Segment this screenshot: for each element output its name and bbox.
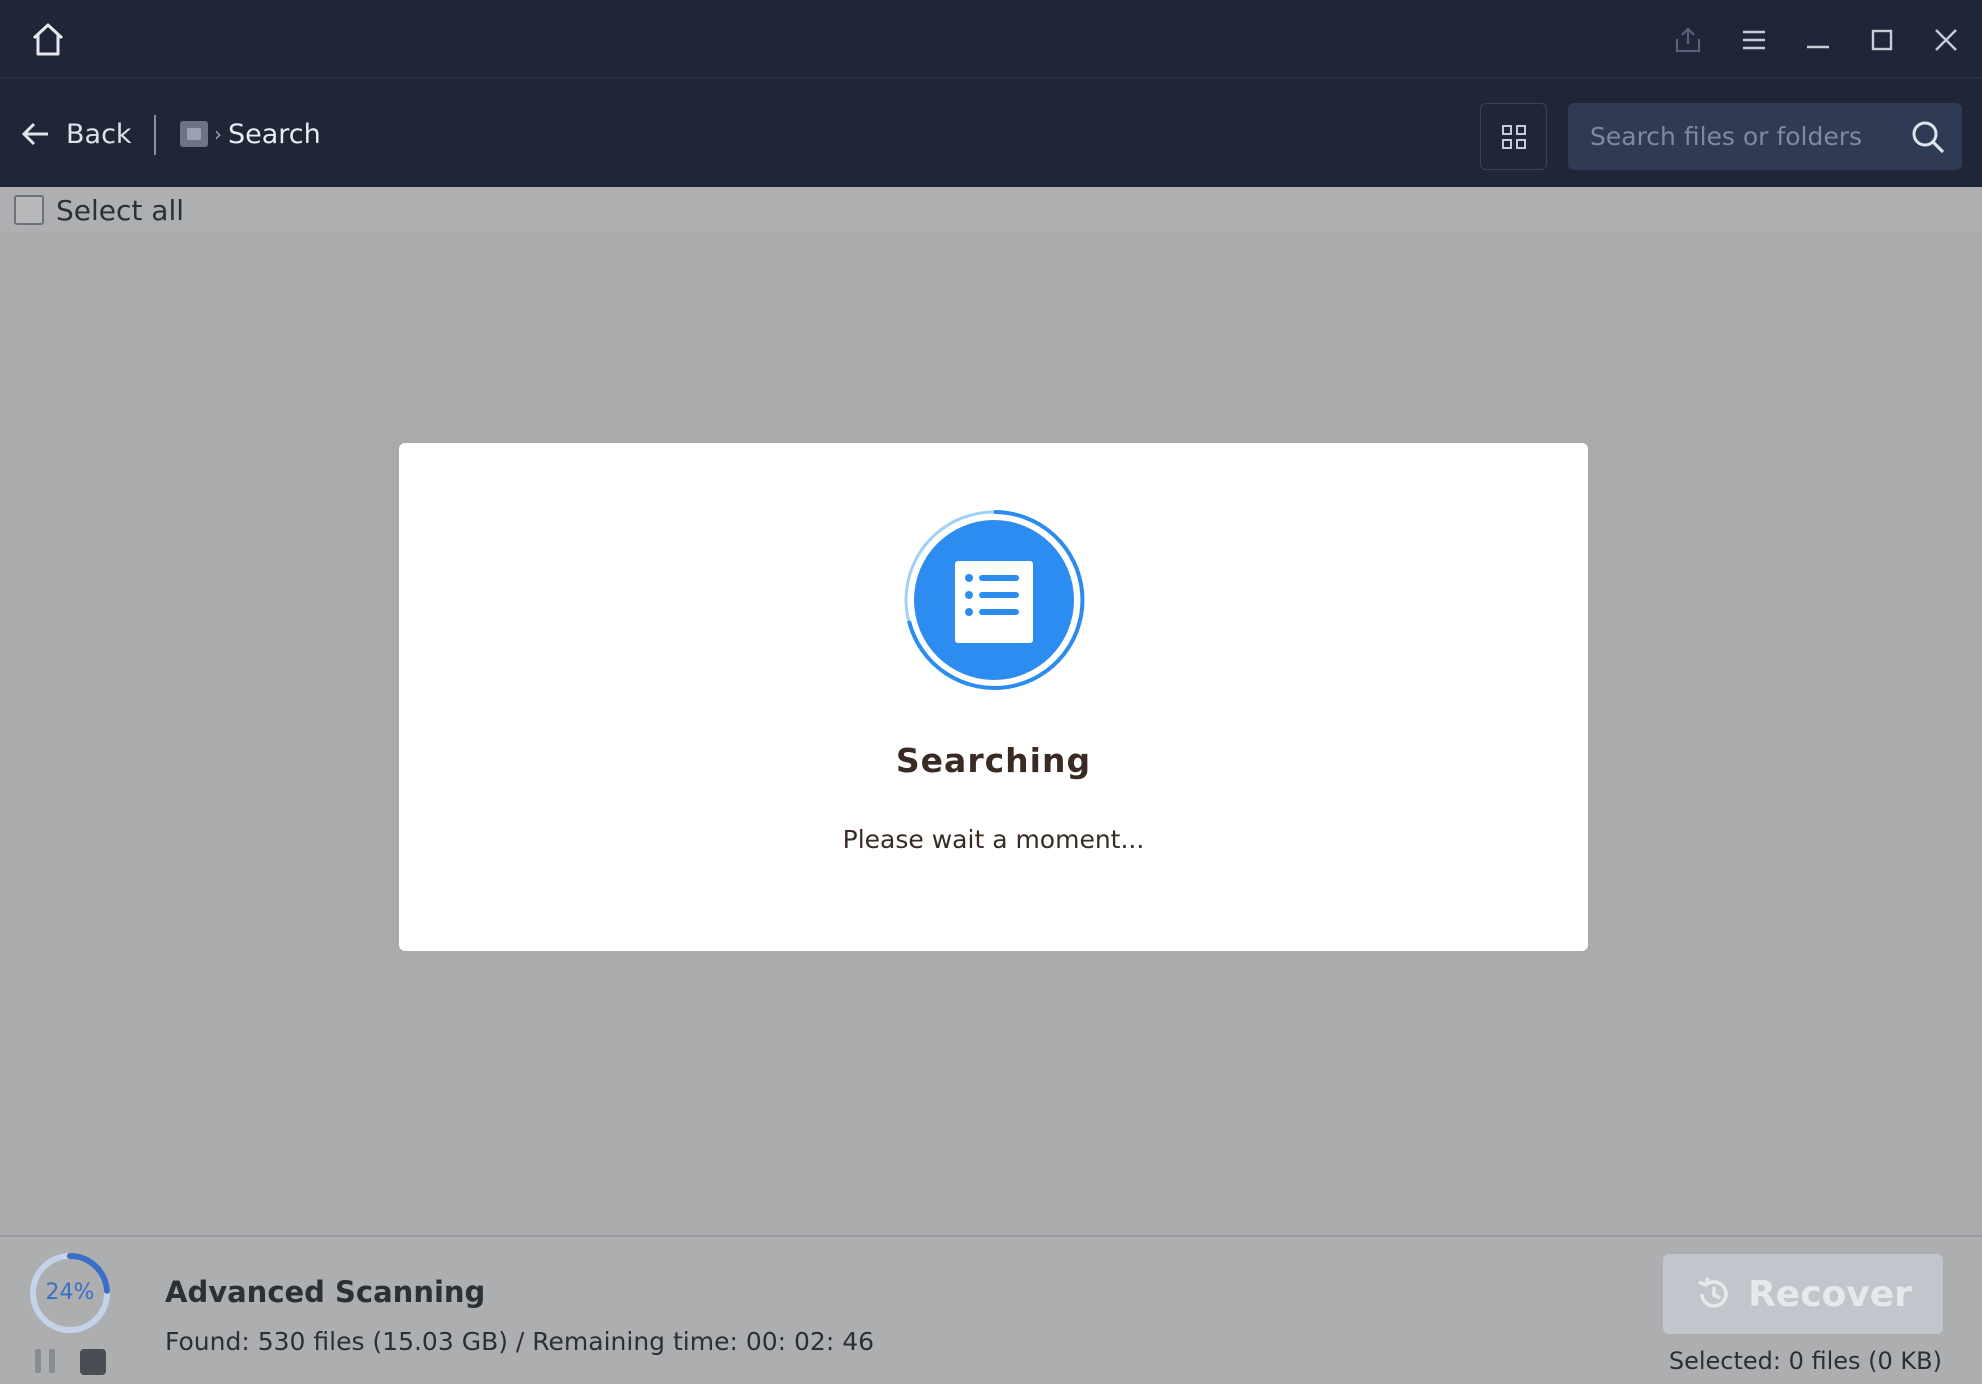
title-bar xyxy=(0,0,1982,78)
maximize-icon[interactable] xyxy=(1864,22,1900,58)
export-icon[interactable] xyxy=(1670,22,1706,58)
scan-progress-ring: 24% xyxy=(28,1251,112,1335)
history-icon xyxy=(1698,1277,1728,1308)
grid-view-button[interactable] xyxy=(1480,103,1547,170)
close-icon[interactable] xyxy=(1928,22,1964,58)
toolbar: Back › Search xyxy=(0,78,1982,187)
drive-icon[interactable] xyxy=(180,121,208,147)
back-button[interactable]: Back xyxy=(20,114,132,154)
progress-percent: 24% xyxy=(45,1280,95,1305)
recover-label: Recover xyxy=(1748,1273,1912,1315)
toolbar-divider xyxy=(154,115,156,155)
document-list-icon xyxy=(904,509,1085,690)
selected-info: Selected: 0 files (0 KB) xyxy=(1668,1347,1942,1375)
breadcrumb: › Search xyxy=(180,112,321,156)
scan-title: Advanced Scanning xyxy=(165,1275,486,1309)
menu-icon[interactable] xyxy=(1736,22,1772,58)
dialog-title: Searching xyxy=(895,741,1092,780)
search-box xyxy=(1568,103,1962,170)
minimize-icon[interactable] xyxy=(1800,22,1836,58)
searching-dialog: Searching Please wait a moment... xyxy=(399,443,1588,951)
recover-button[interactable]: Recover xyxy=(1663,1254,1943,1334)
select-all-checkbox[interactable] xyxy=(14,195,44,225)
arrow-left-icon xyxy=(21,122,48,146)
select-all-label: Select all xyxy=(56,193,184,227)
scan-stats: Found: 530 files (15.03 GB) / Remaining … xyxy=(165,1327,875,1356)
grid-icon xyxy=(1501,124,1526,149)
search-input[interactable] xyxy=(1590,113,1890,159)
pause-button[interactable] xyxy=(32,1349,58,1375)
search-icon[interactable] xyxy=(1910,119,1946,155)
back-label: Back xyxy=(66,118,132,150)
breadcrumb-separator: › xyxy=(214,122,222,146)
breadcrumb-current: Search xyxy=(228,118,321,150)
home-icon[interactable] xyxy=(28,20,68,60)
dialog-subtitle: Please wait a moment... xyxy=(842,825,1145,854)
scan-status-bar: 24% Advanced Scanning Found: 530 files (… xyxy=(0,1235,1982,1384)
stop-button[interactable] xyxy=(80,1349,106,1375)
select-all-bar: Select all xyxy=(0,187,1982,233)
